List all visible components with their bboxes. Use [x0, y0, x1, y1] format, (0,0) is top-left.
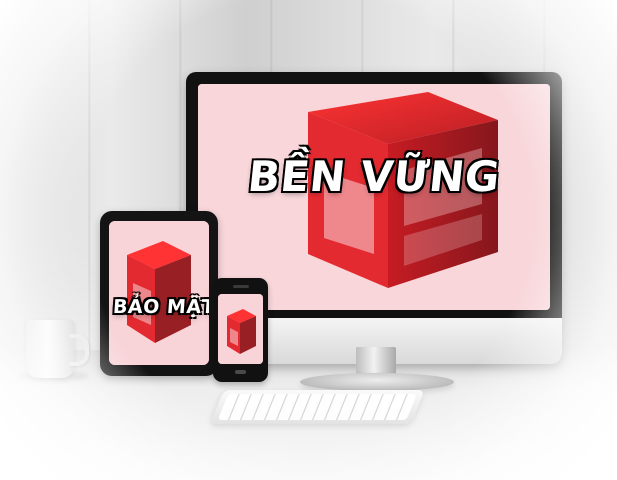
keyboard — [210, 390, 425, 424]
tablet-logo-icon — [109, 221, 209, 365]
monitor-stand-base — [300, 373, 454, 391]
phone-logo-icon — [218, 294, 263, 364]
keyboard-keys — [217, 394, 418, 420]
phone-home-button — [235, 370, 246, 374]
tablet-headline: BẢO MẬT — [112, 296, 209, 318]
scene: BỀN VỮNG BẢO MẬT — [0, 0, 617, 480]
phone-screen — [218, 294, 263, 364]
tablet-screen: BẢO MẬT — [109, 221, 209, 365]
smartphone — [213, 278, 268, 382]
tablet: BẢO MẬT — [100, 211, 218, 376]
phone-speaker — [233, 285, 249, 288]
coffee-mug — [26, 320, 74, 378]
monitor-screen: BỀN VỮNG — [198, 84, 550, 310]
mug-handle — [69, 334, 89, 366]
monitor-headline: BỀN VỮNG — [245, 152, 503, 201]
